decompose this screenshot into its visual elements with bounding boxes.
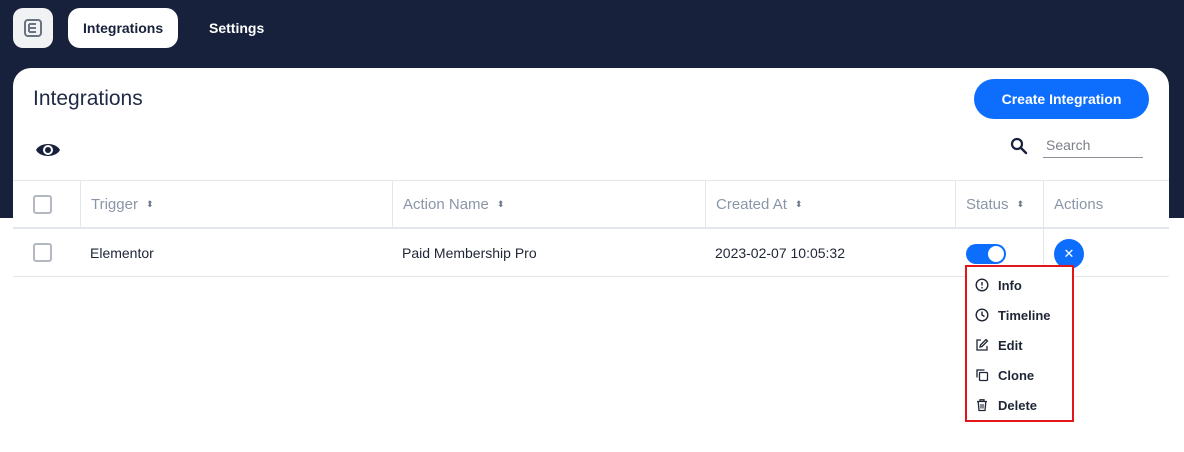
logo-icon [24, 19, 42, 37]
menu-item-label: Edit [998, 337, 1023, 353]
menu-item-edit[interactable]: Edit [967, 330, 1072, 360]
table-header: Trigger ⬍ Action Name ⬍ Created At ⬍ Sta… [13, 180, 1169, 229]
sort-icon: ⬍ [145, 199, 154, 209]
menu-item-label: Delete [998, 397, 1038, 413]
actions-menu: Info Timeline Edit Clone Delete [965, 265, 1074, 422]
menu-item-timeline[interactable]: Timeline [967, 300, 1072, 330]
column-header-action-name[interactable]: Action Name ⬍ [392, 181, 705, 228]
column-header-label: Status [966, 196, 1009, 213]
sort-icon: ⬍ [496, 199, 505, 209]
cell-action-name: Paid Membership Pro [402, 244, 537, 261]
cell-created-at: 2023-02-07 10:05:32 [715, 244, 845, 261]
cell-trigger: Elementor [90, 244, 154, 261]
column-header-status[interactable]: Status ⬍ [955, 181, 1043, 228]
search-input[interactable] [1043, 132, 1143, 158]
create-integration-button[interactable]: Create Integration [974, 79, 1149, 119]
clone-icon [976, 369, 989, 382]
clock-icon [975, 308, 989, 322]
select-all-checkbox[interactable] [33, 195, 52, 214]
row-checkbox[interactable] [33, 243, 52, 262]
info-icon [975, 278, 989, 292]
column-header-trigger[interactable]: Trigger ⬍ [80, 181, 392, 228]
column-header-label: Trigger [91, 196, 138, 213]
column-header-created-at[interactable]: Created At ⬍ [705, 181, 955, 228]
column-header-label: Action Name [403, 196, 489, 213]
menu-item-clone[interactable]: Clone [967, 360, 1072, 390]
column-header-label: Created At [716, 196, 787, 213]
toggle-knob [988, 246, 1004, 262]
menu-item-info[interactable]: Info [967, 270, 1072, 300]
row-select-cell [23, 229, 80, 276]
sort-icon: ⬍ [794, 199, 803, 209]
menu-item-label: Timeline [998, 307, 1051, 323]
sort-icon: ⬍ [1016, 199, 1025, 209]
menu-item-delete[interactable]: Delete [967, 390, 1072, 420]
column-header-actions: Actions [1043, 181, 1169, 228]
select-all-cell [23, 181, 80, 228]
edit-icon [976, 338, 989, 351]
nav-tab-settings[interactable]: Settings [194, 8, 279, 48]
column-header-label: Actions [1054, 196, 1104, 213]
close-icon: ✕ [1063, 246, 1075, 261]
menu-item-label: Info [998, 277, 1022, 293]
search-icon [1010, 137, 1028, 155]
eye-icon[interactable] [35, 140, 61, 160]
app-logo[interactable] [13, 8, 53, 48]
trash-icon [977, 399, 987, 412]
status-toggle[interactable] [966, 244, 1006, 264]
menu-item-label: Clone [998, 367, 1035, 383]
integrations-card: Integrations Create Integration Trigger … [13, 68, 1169, 452]
page-title: Integrations [33, 87, 143, 110]
nav-tab-integrations[interactable]: Integrations [68, 8, 179, 48]
